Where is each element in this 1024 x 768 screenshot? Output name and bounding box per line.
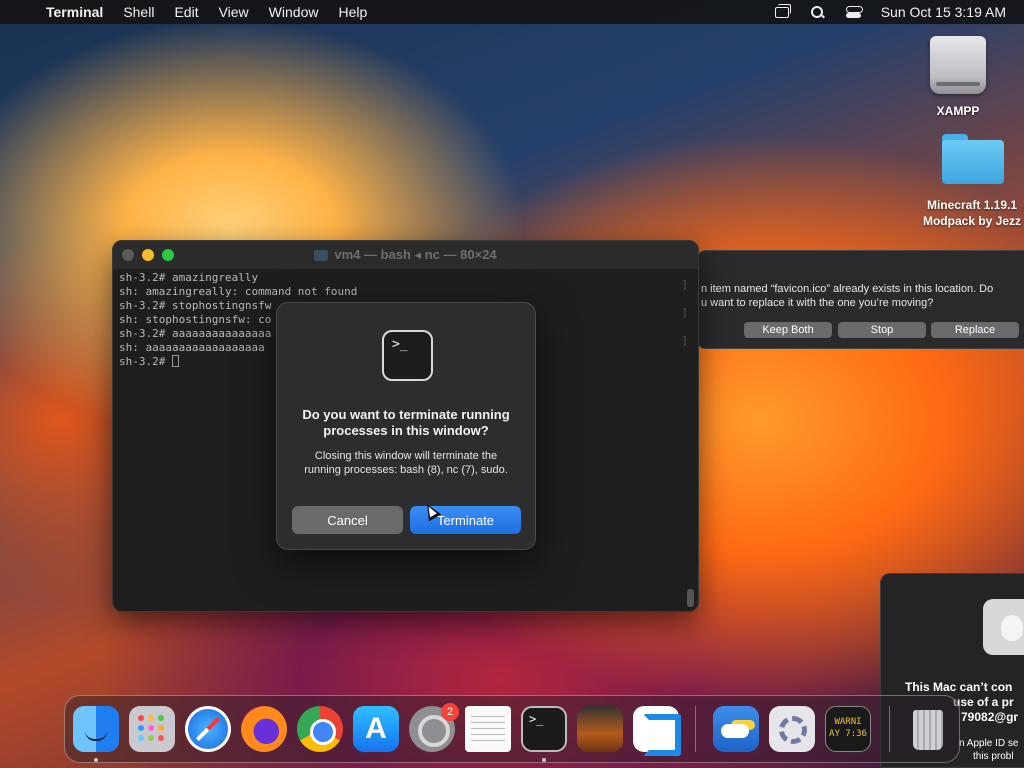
desktop-icon-minecraft-folder[interactable]: Minecraft 1.19.1 Modpack by Jezz — [916, 134, 1024, 229]
replace-button[interactable]: Replace — [931, 322, 1019, 338]
dock-weather-icon[interactable] — [713, 706, 759, 752]
replace-file-dialog: n item named “favicon.ico” already exist… — [696, 250, 1024, 349]
control-center-icon[interactable] — [845, 5, 863, 19]
menu-bar-clock[interactable]: Sun Oct 15 3:19 AM — [881, 4, 1006, 20]
dock-firefox-icon[interactable] — [241, 706, 287, 752]
menu-edit[interactable]: Edit — [164, 4, 208, 20]
terminal-title-bar[interactable]: vm4 — bash ◂ nc — 80×24 — [113, 241, 698, 269]
finder-running-indicator — [94, 758, 98, 762]
dock-finder-icon[interactable] — [73, 706, 119, 752]
close-window-button[interactable] — [122, 249, 134, 261]
replace-dialog-message: n item named “favicon.ico” already exist… — [701, 283, 994, 309]
drive-icon — [930, 36, 986, 94]
menu-view[interactable]: View — [209, 4, 259, 20]
dock-settings-icon[interactable] — [769, 706, 815, 752]
stop-button[interactable]: Stop — [838, 322, 926, 338]
dock: WARNI AY 7:36 — [64, 695, 960, 763]
terminal-line: sh-3.2# amazingreally — [119, 271, 259, 284]
apple-logo-icon — [983, 599, 1024, 655]
dock-safari-icon[interactable] — [185, 706, 231, 752]
terminal-running-indicator — [542, 758, 546, 762]
terminal-scrollbar[interactable] — [687, 589, 694, 607]
minimize-window-button[interactable] — [142, 249, 154, 261]
desktop-icon-xampp[interactable]: XAMPP — [918, 36, 998, 118]
keep-both-button[interactable]: Keep Both — [744, 322, 832, 338]
dock-textedit-icon[interactable] — [465, 706, 511, 752]
desktop-icon-label: XAMPP — [936, 104, 980, 118]
menu-window[interactable]: Window — [259, 4, 329, 20]
terminal-title: vm4 — bash ◂ nc — 80×24 — [334, 247, 497, 262]
terminal-cursor — [171, 355, 179, 367]
dock-chrome-icon[interactable] — [297, 706, 343, 752]
dock-garageband-icon[interactable] — [577, 706, 623, 752]
dock-trash-icon[interactable] — [905, 706, 951, 752]
alert-subtext: n Apple ID se this probl — [959, 738, 1019, 762]
dialog-message: Closing this window will terminate the r… — [304, 450, 508, 476]
zoom-window-button[interactable] — [162, 249, 174, 261]
dock-console-icon[interactable]: WARNI AY 7:36 — [825, 706, 871, 752]
menu-shell[interactable]: Shell — [113, 4, 164, 20]
folder-icon — [314, 249, 329, 261]
dock-terminal-icon[interactable] — [521, 706, 567, 752]
menu-bar-status: Sun Oct 15 3:19 AM — [773, 0, 1006, 24]
terminal-bracket-marks: ]]] — [681, 278, 688, 347]
window-controls — [122, 249, 174, 261]
terminal-line: sh: amazingreally: command not found — [119, 285, 358, 298]
menu-app-terminal[interactable]: Terminal — [36, 4, 113, 20]
screen-mirroring-icon[interactable] — [773, 4, 791, 19]
spotlight-search-icon[interactable] — [809, 5, 827, 19]
folder-icon — [942, 134, 1004, 184]
dock-separator — [889, 706, 890, 752]
desktop-icon-label: Minecraft 1.19.1 Modpack by Jezz — [922, 198, 1022, 228]
dialog-title: Do you want to terminate running process… — [302, 407, 510, 438]
terminate-processes-dialog: >_ Do you want to terminate running proc… — [276, 302, 536, 550]
dock-app-store-icon[interactable] — [353, 706, 399, 752]
terminal-app-icon: >_ — [382, 330, 433, 381]
dock-vscode-icon[interactable] — [633, 706, 681, 756]
cancel-button[interactable]: Cancel — [292, 506, 403, 534]
dock-launchpad-icon[interactable] — [129, 706, 175, 752]
menu-bar: Terminal Shell Edit View Window Help Sun… — [0, 0, 1024, 24]
menu-help[interactable]: Help — [328, 4, 377, 20]
dock-separator — [695, 706, 696, 752]
notification-badge: 2 — [441, 703, 459, 721]
